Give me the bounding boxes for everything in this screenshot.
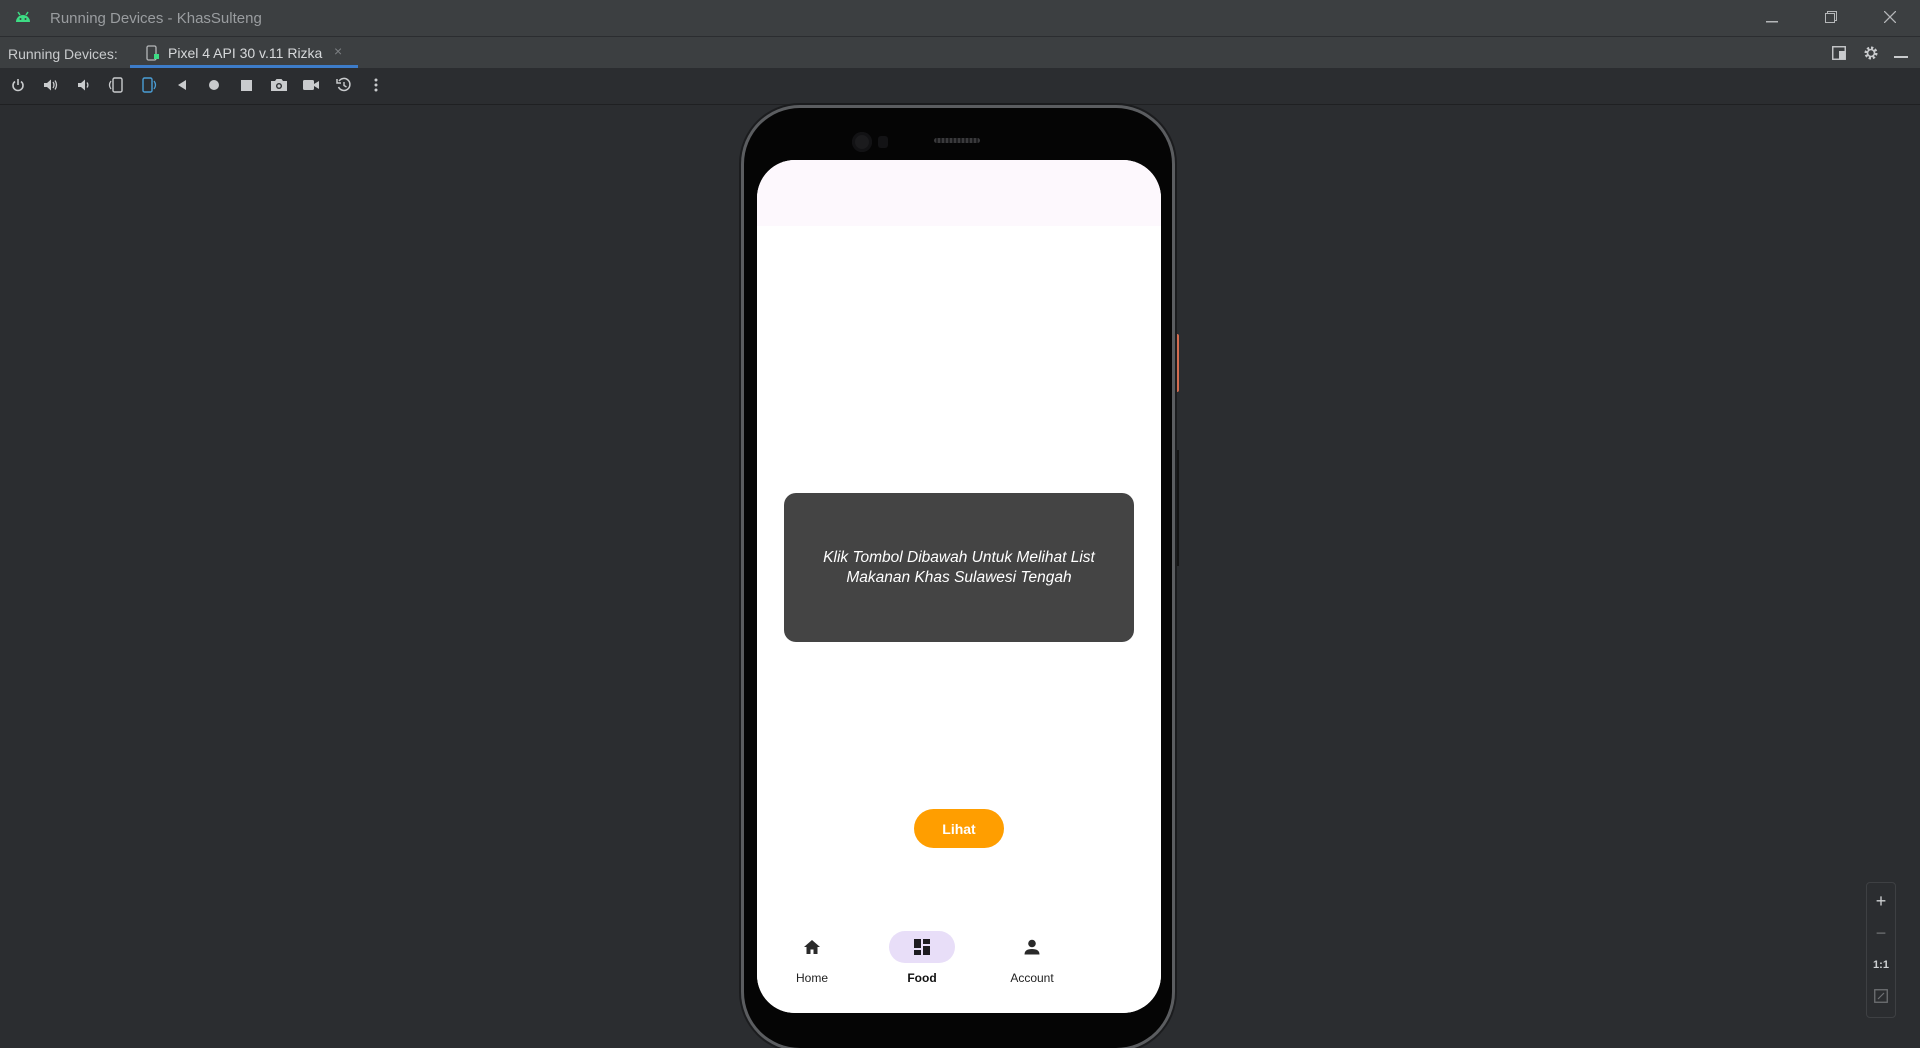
- power-button[interactable]: [8, 77, 28, 97]
- close-window-button[interactable]: [1870, 6, 1910, 30]
- earpiece-speaker: [934, 138, 980, 143]
- info-card-text: Klik Tombol Dibawah Untuk Melihat List M…: [823, 548, 1095, 586]
- snapshot-icon: [336, 77, 352, 98]
- hide-panel-button[interactable]: [1890, 43, 1912, 65]
- layout-icon: [1832, 45, 1846, 63]
- window-title: Running Devices - KhasSulteng: [50, 10, 262, 27]
- gear-icon: [1863, 45, 1879, 64]
- rotate-left-icon: [107, 76, 125, 98]
- restore-button[interactable]: [1811, 6, 1851, 30]
- volume-up-button[interactable]: [41, 77, 61, 97]
- zoom-out-button[interactable]: −: [1867, 917, 1895, 949]
- tab-bar: Running Devices: Pixel 4 API 30 v.11 Riz…: [0, 36, 1920, 69]
- more-options-button[interactable]: [366, 77, 386, 97]
- screenshot-button[interactable]: [269, 77, 289, 97]
- rotate-right-icon: [140, 76, 158, 98]
- nav-item-home[interactable]: Home: [757, 921, 867, 1001]
- device-toolbar: [0, 69, 1920, 105]
- volume-down-button[interactable]: [74, 77, 94, 97]
- bottom-navigation: Home Food Account: [757, 921, 1161, 1013]
- zoom-controls: + − 1:1: [1866, 882, 1896, 1018]
- tab-close-button[interactable]: ×: [334, 43, 342, 59]
- status-bar: [757, 160, 1161, 226]
- restore-icon: [1825, 10, 1837, 27]
- more-icon: [374, 78, 378, 97]
- tab-device[interactable]: Pixel 4 API 30 v.11 Rizka ×: [130, 37, 358, 68]
- minimize-button[interactable]: [1752, 6, 1792, 30]
- tab-label: Pixel 4 API 30 v.11 Rizka: [168, 45, 323, 61]
- info-card: Klik Tombol Dibawah Untuk Melihat List M…: [784, 493, 1134, 642]
- overview-button[interactable]: [236, 77, 256, 97]
- home-button[interactable]: [204, 77, 224, 97]
- android-icon: [14, 9, 32, 27]
- person-icon: [1022, 937, 1042, 957]
- back-icon: [177, 78, 187, 96]
- layout-button[interactable]: [1828, 43, 1850, 65]
- overview-icon: [240, 78, 252, 96]
- device-frame: Klik Tombol Dibawah Untuk Melihat List M…: [744, 108, 1172, 1048]
- dashboard-icon: [912, 937, 932, 957]
- lihat-button[interactable]: Lihat: [914, 809, 1004, 848]
- device-left-edge: [740, 280, 743, 370]
- volume-down-icon: [77, 78, 91, 97]
- zoom-in-button[interactable]: +: [1867, 885, 1895, 917]
- close-icon: [1883, 10, 1897, 27]
- home-circle-icon: [208, 78, 220, 96]
- video-camera-icon: [302, 78, 320, 96]
- rotate-right-button[interactable]: [139, 76, 159, 98]
- minimize-icon: [1766, 10, 1778, 27]
- face-sensor: [878, 136, 888, 148]
- fit-screen-button[interactable]: [1867, 981, 1895, 1013]
- power-icon: [11, 78, 25, 97]
- running-devices-label: Running Devices:: [8, 46, 118, 62]
- nav-label-food: Food: [907, 971, 937, 985]
- front-camera: [852, 132, 872, 152]
- device-power-key: [1175, 334, 1179, 392]
- device-icon: [146, 45, 160, 64]
- actual-size-button[interactable]: 1:1: [1867, 949, 1895, 981]
- title-bar: Running Devices - KhasSulteng: [0, 0, 1920, 36]
- screen-record-button[interactable]: [301, 77, 321, 97]
- nav-item-account[interactable]: Account: [977, 921, 1087, 1001]
- fit-screen-icon: [1874, 987, 1888, 1008]
- minus-icon: [1894, 46, 1908, 62]
- volume-up-icon: [43, 78, 59, 97]
- device-screen[interactable]: Klik Tombol Dibawah Untuk Melihat List M…: [757, 160, 1161, 1013]
- settings-button[interactable]: [1860, 43, 1882, 65]
- camera-icon: [270, 78, 288, 97]
- home-icon: [802, 937, 822, 957]
- snapshot-button[interactable]: [334, 77, 354, 97]
- back-button[interactable]: [172, 77, 192, 97]
- rotate-left-button[interactable]: [106, 76, 126, 98]
- nav-label-account: Account: [1010, 971, 1054, 985]
- nav-item-food[interactable]: Food: [867, 921, 977, 1001]
- device-volume-key: [1176, 450, 1179, 566]
- nav-label-home: Home: [795, 971, 828, 985]
